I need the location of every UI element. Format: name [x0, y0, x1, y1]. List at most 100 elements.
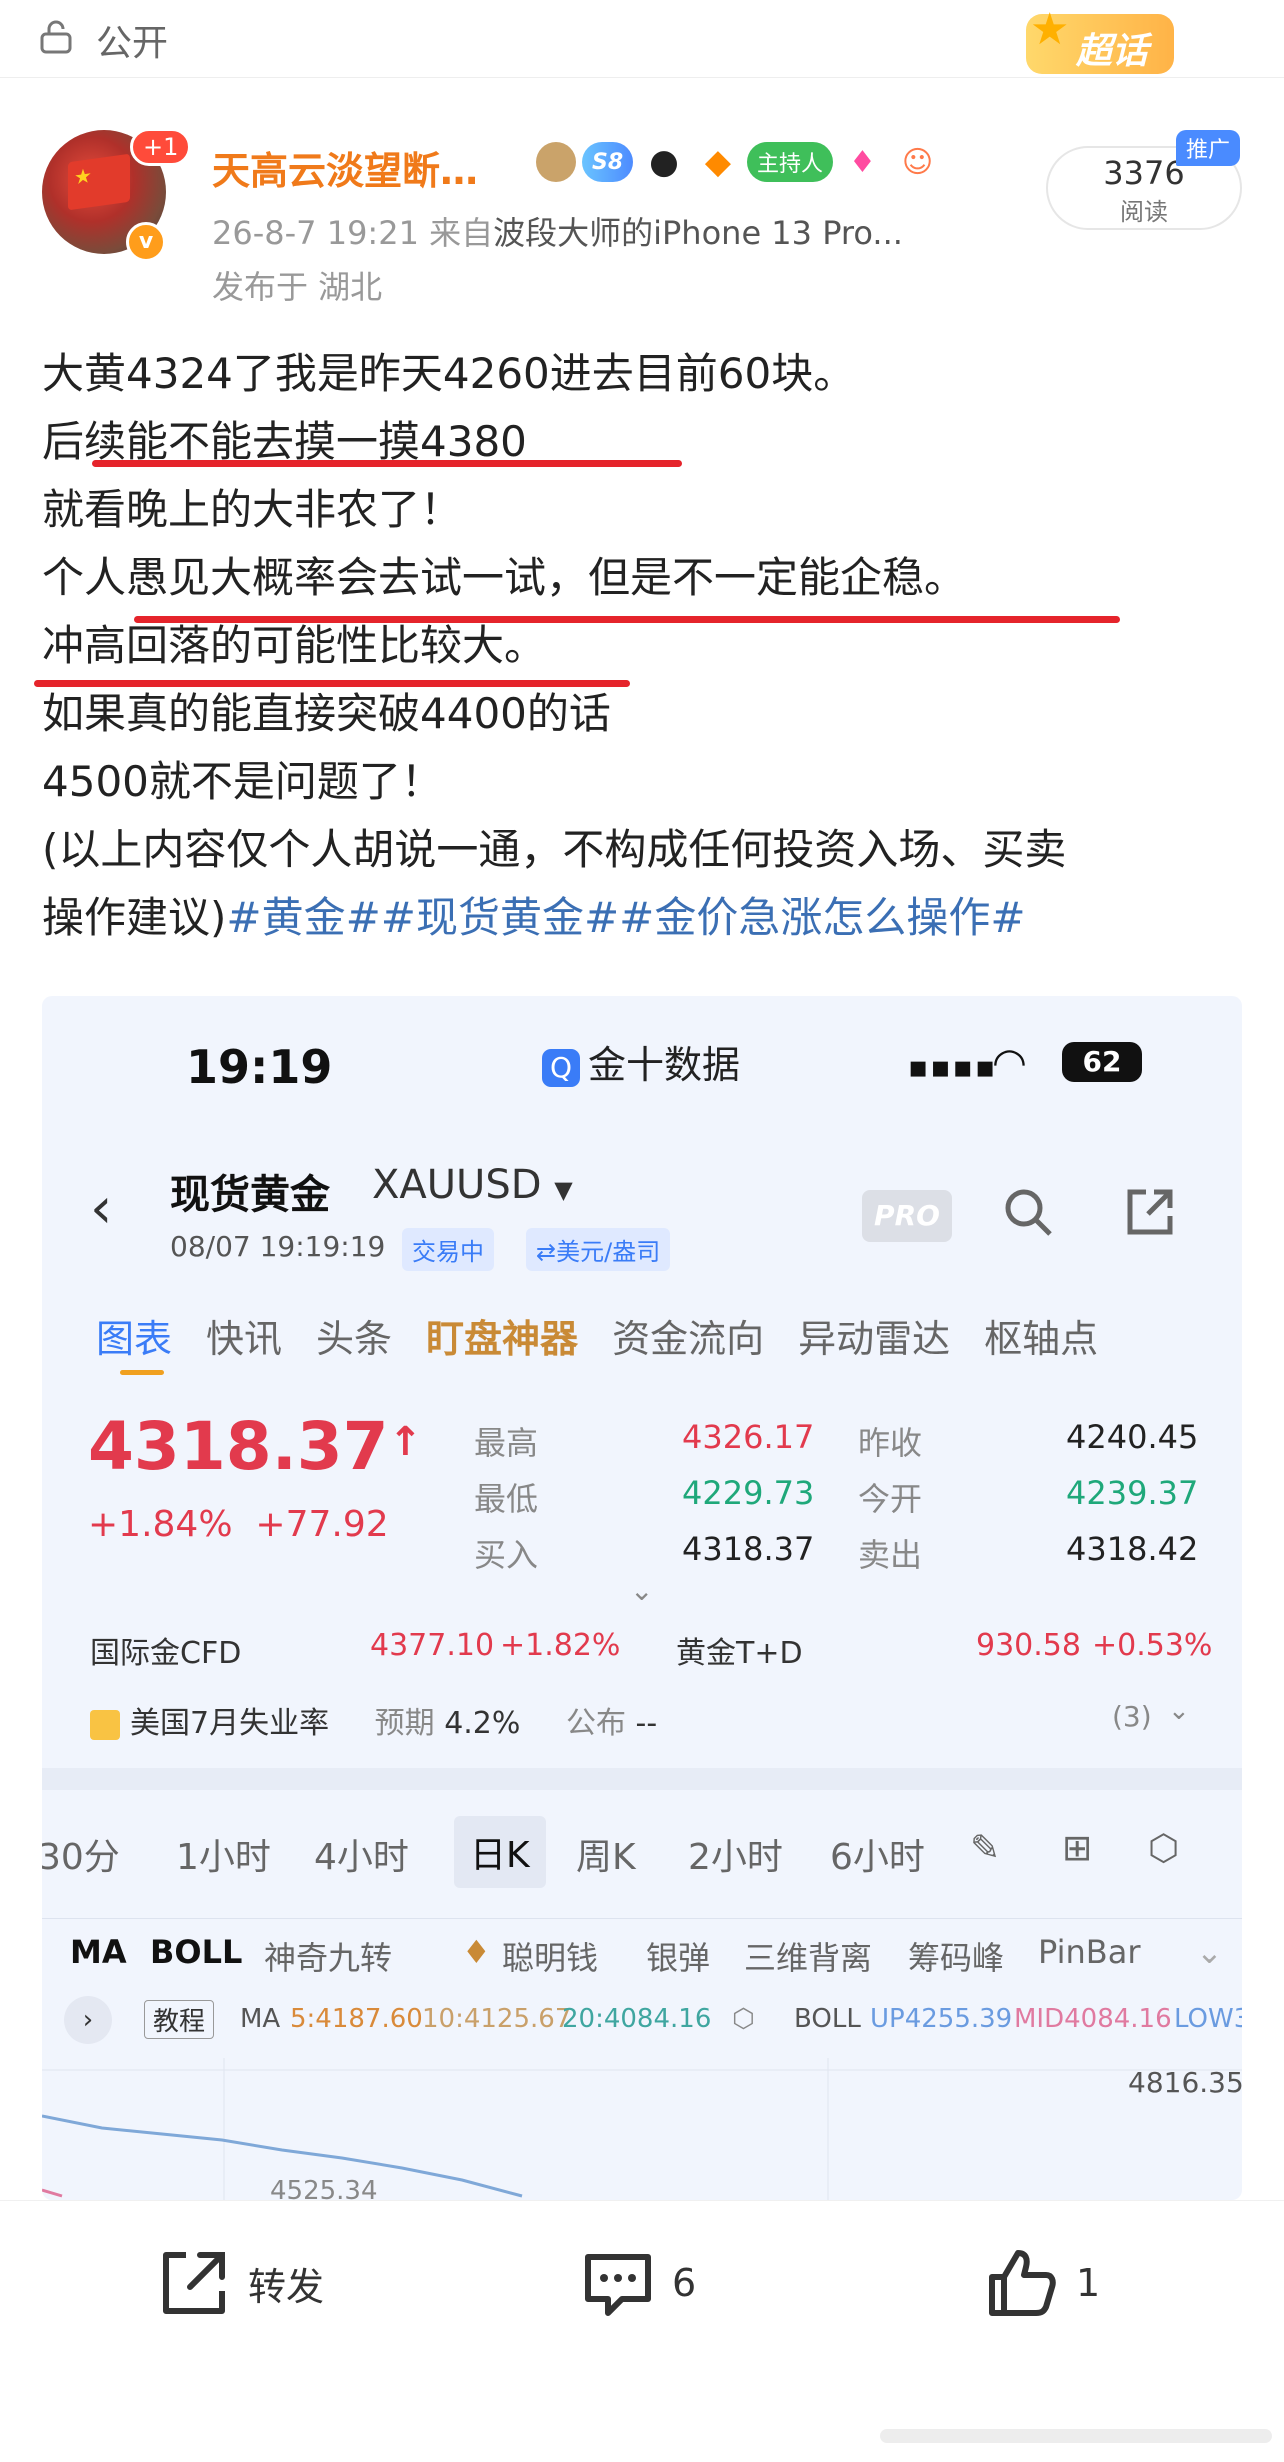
period-2h: 2小时	[688, 1837, 783, 1878]
period-1h: 1小时	[176, 1837, 271, 1878]
up-arrow-icon: ↑	[388, 1419, 423, 1465]
promo-badge[interactable]: 推广	[1176, 130, 1241, 166]
external-share-icon	[1127, 1189, 1173, 1235]
indicator-chip-peak: 筹码峰	[908, 1939, 1005, 1977]
source-device[interactable]: 波段大师的iPhone 13 Pro...	[493, 214, 903, 252]
period-6h: 6小时	[830, 1837, 925, 1878]
indicator-ma: MA	[70, 1933, 127, 1971]
tab-flash: 快讯	[206, 1317, 283, 1361]
battery-level: 62	[1062, 1042, 1142, 1082]
fish-icon: ◆	[704, 142, 731, 182]
change-pct: +1.84%	[88, 1504, 233, 1545]
period-30m: 30分	[42, 1837, 120, 1878]
chart-high-label: 4816.35	[1128, 2066, 1242, 2099]
layout-grid-icon: ⊞	[1062, 1828, 1093, 1869]
supertopic-button[interactable]: ★ 超话	[1025, 4, 1174, 74]
instrument-name: 现货黄金	[170, 1172, 330, 1218]
source-prefix: 来自	[429, 214, 494, 252]
post-line: 4500就不是问题了！	[42, 757, 443, 806]
notify-badge: +1	[130, 128, 192, 166]
wifi-icon: ◠	[992, 1040, 1027, 1086]
username[interactable]: 天高云淡望断…	[212, 140, 478, 195]
indicator-bar: MA BOLL 神奇九转 ♦ 聪明钱 银弹 三维背离 筹码峰 PinBar ⌄	[42, 1918, 1242, 1986]
flag-icon: ★	[68, 153, 130, 211]
tab-chart: 图表	[96, 1308, 172, 1375]
hashtag-links[interactable]: #黄金##现货黄金##金价急涨怎么操作#	[226, 893, 1025, 942]
host-medal: 主持人	[746, 142, 833, 182]
post-line: 大黄4324了我是昨天4260进去目前60块。	[42, 349, 856, 398]
s8-medal: S8	[582, 142, 634, 182]
ma10-value: 10:4125.67	[422, 2004, 572, 2034]
verified-icon: v	[126, 222, 166, 262]
red-underline	[92, 460, 682, 467]
open-label: 今开	[858, 1480, 923, 1518]
instrument-code: XAUUSD ▼	[372, 1162, 573, 1208]
period-4h: 4小时	[314, 1837, 409, 1878]
trading-status-chip: 交易中	[402, 1228, 494, 1271]
location: 发布于 湖北	[212, 268, 383, 306]
indicator-boll: BOLL	[150, 1933, 243, 1971]
high-label: 最高	[474, 1424, 539, 1462]
prev-close-value: 4240.45	[1066, 1418, 1199, 1456]
pro-badge: PRO	[862, 1190, 952, 1242]
repost-button[interactable]: 转发	[156, 2245, 324, 2321]
like-button[interactable]: 1	[984, 2245, 1100, 2321]
ask-value: 4318.42	[1066, 1530, 1199, 1568]
draw-tool-icon: ✎	[970, 1828, 1001, 1869]
comment-button[interactable]: 6	[580, 2245, 696, 2321]
panda-icon: ●	[649, 142, 679, 182]
boll-mid-value: MID4084.16	[1014, 2004, 1172, 2034]
cfd-change: +1.82%	[500, 1628, 621, 1663]
boll-label: BOLL	[794, 2004, 861, 2034]
bowl-medal-icon	[536, 142, 576, 182]
cfd-label: 国际金CFD	[90, 1636, 242, 1671]
read-label: 阅读	[1120, 198, 1168, 226]
diamond-icon: ♦	[462, 1933, 491, 1971]
post-line-last: 操作建议)#黄金##现货黄金##金价急涨怎么操作#	[42, 884, 1252, 952]
econ-actual-value: --	[635, 1706, 658, 1741]
change-abs: +77.92	[255, 1504, 389, 1545]
visibility-label: 公开	[96, 23, 169, 64]
back-icon: ‹	[90, 1176, 113, 1241]
comment-count: 6	[672, 2261, 697, 2305]
ma-label: MA	[240, 2004, 281, 2034]
post-body: 大黄4324了我是昨天4260进去目前60块。 后续能不能去摸一摸4380 就看…	[42, 340, 1252, 952]
period-daily: 日K	[454, 1816, 546, 1888]
app-icon: Q	[542, 1048, 580, 1087]
settings-hex-icon: ⬡	[1148, 1828, 1180, 1869]
ma-readout-row: › 教程 MA 5:4187.60 10:4125.67 20:4084.16 …	[42, 1988, 1242, 2058]
post-meta: 26-8-7 19:21 来自波段大师的iPhone 13 Pro...	[212, 208, 903, 254]
action-bar: 转发 6 1	[0, 2200, 1284, 2462]
econ-expect-value: 4.2%	[444, 1706, 521, 1741]
last-price-value: 4318.37	[88, 1408, 389, 1485]
open-value: 4239.37	[1066, 1474, 1199, 1512]
comment-icon	[585, 2254, 651, 2316]
embedded-screenshot[interactable]: 19:19 Q 金十数据 ▪▪▪▪ ◠ 62 ‹ 现货黄金 XAUUSD ▼ 08…	[42, 996, 1242, 2200]
econ-count: (3)	[1112, 1700, 1152, 1733]
low-value: 4229.73	[682, 1474, 815, 1512]
post-line: 如果真的能直接突破4400的话	[42, 689, 611, 738]
tab-fund-flow: 资金流向	[612, 1317, 765, 1361]
econ-actual-label: 公布	[565, 1706, 626, 1741]
info-hex-icon: ⬡	[732, 2004, 755, 2034]
instrument-time: 08/07 19:19:19	[170, 1230, 386, 1263]
chart-low-label: 4525.34	[270, 2176, 378, 2200]
status-time: 19:19	[186, 1040, 333, 1094]
indicator-td9: 神奇九转	[264, 1939, 393, 1977]
td-label: 黄金T+D	[676, 1636, 803, 1671]
instrument-code-text: XAUUSD	[372, 1162, 542, 1208]
econ-event-name: 美国7月失业率	[130, 1706, 330, 1741]
search-icon	[1005, 1189, 1052, 1236]
tab-bar: 图表 快讯 头条 盯盘神器 资金流向 异动雷达 枢轴点	[96, 1308, 1099, 1375]
thumbs-up-icon	[989, 2250, 1056, 2316]
face-icon: ☺	[901, 144, 934, 180]
td-value: 930.58	[976, 1628, 1081, 1663]
lock-icon	[40, 20, 72, 54]
repost-icon	[163, 2252, 225, 2314]
tab-pivot: 枢轴点	[984, 1317, 1099, 1361]
chart-event-icon	[90, 1709, 120, 1740]
tab-headlines: 头条	[316, 1317, 393, 1361]
last-price: 4318.37↑	[88, 1408, 422, 1485]
post-line: 就看晚上的大非农了！	[42, 485, 463, 534]
indicator-pinbar: PinBar	[1038, 1933, 1141, 1971]
